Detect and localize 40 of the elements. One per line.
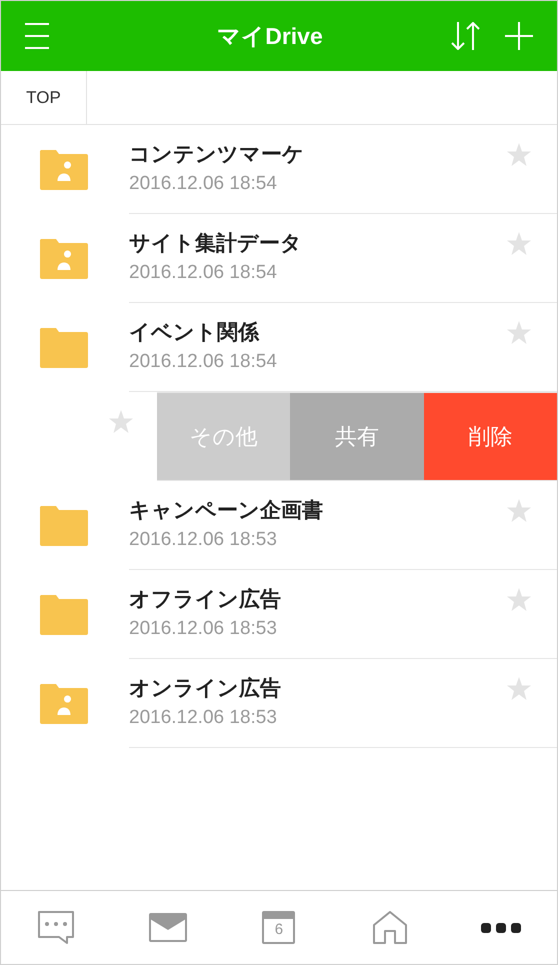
- shared-folder-icon: [40, 238, 88, 278]
- folder-name: サイト集計データ: [129, 231, 302, 257]
- folder-row[interactable]: オフライン広告 2016.12.06 18:53: [1, 570, 557, 659]
- modified-date: 2016.12.06 18:54: [129, 350, 277, 374]
- modified-date: 2016.12.06 18:53: [129, 617, 277, 641]
- more-icon[interactable]: [481, 922, 522, 932]
- shared-folder-icon: [40, 684, 88, 724]
- chat-icon[interactable]: [38, 911, 76, 944]
- modified-date: 2016.12.06 18:53: [129, 528, 277, 552]
- modified-date: 2016.12.06 18:54: [129, 172, 277, 196]
- folder-name: コンテンツマーケ: [129, 142, 304, 168]
- folder-row[interactable]: コンテンツマーケ 2016.12.06 18:54: [1, 125, 557, 214]
- star-icon[interactable]: [507, 677, 531, 700]
- star-icon[interactable]: [507, 321, 531, 344]
- star-icon[interactable]: [507, 588, 531, 611]
- star-icon[interactable]: [507, 143, 531, 166]
- folder-name: イベント関係: [129, 320, 259, 346]
- folder-icon: [40, 328, 88, 368]
- folder-row[interactable]: オンライン広告 2016.12.06 18:53: [1, 659, 557, 748]
- menu-icon[interactable]: [25, 23, 49, 49]
- modified-date: 2016.12.06 18:54: [129, 261, 277, 285]
- folder-name: キャンペーン企画書: [129, 498, 323, 524]
- shared-folder-icon: [40, 150, 88, 190]
- mail-icon[interactable]: [148, 913, 187, 942]
- folder-icon: [40, 594, 88, 634]
- modified-date: 2016.12.06 18:53: [129, 706, 277, 730]
- star-icon[interactable]: [507, 499, 531, 522]
- folder-row[interactable]: サイト集計データ 2016.12.06 18:54: [1, 214, 557, 303]
- folder-row[interactable]: キャンペーン企画書 2016.12.06 18:53: [1, 481, 557, 570]
- header-title: マイDrive: [216, 22, 323, 51]
- breadcrumb-item[interactable]: TOP: [1, 71, 87, 124]
- folder-name: オンライン広告: [129, 676, 281, 702]
- folder-icon: [40, 506, 88, 546]
- star-icon[interactable]: [507, 232, 531, 255]
- star-icon[interactable]: [109, 410, 133, 433]
- folder-name: オフライン広告: [129, 586, 281, 613]
- add-icon[interactable]: [505, 22, 533, 50]
- home-icon[interactable]: [373, 911, 408, 944]
- sort-icon[interactable]: [451, 22, 481, 50]
- folder-row[interactable]: イベント関係 2016.12.06 18:54: [1, 303, 557, 392]
